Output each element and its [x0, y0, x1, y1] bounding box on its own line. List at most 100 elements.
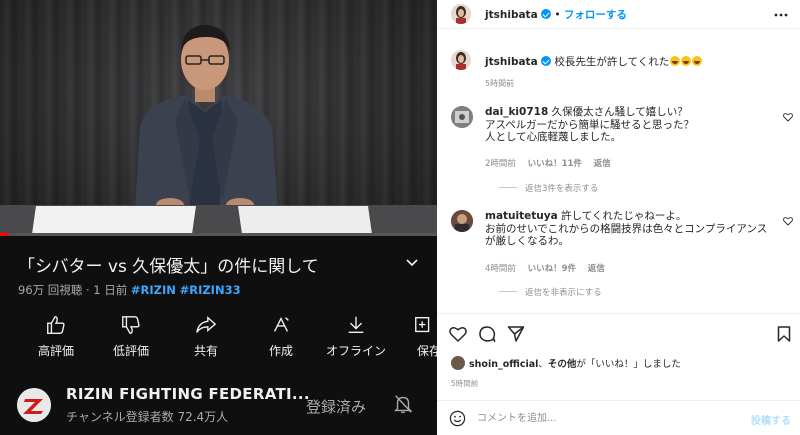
chevron-down-icon[interactable] — [404, 255, 420, 271]
laughing-emoji-icon — [681, 56, 692, 66]
share-icon[interactable] — [507, 325, 525, 343]
likes-suffix: が「いいね！」しました — [576, 359, 681, 370]
comment-time: 2時間前 — [485, 159, 516, 169]
download-button[interactable]: オフライン — [318, 314, 394, 359]
post-time: 5時間前 — [451, 379, 479, 388]
hide-replies-button[interactable]: 返信を非表示にする — [499, 286, 602, 298]
heart-icon[interactable] — [449, 325, 467, 343]
header-line: jtshibata • フォローする — [485, 7, 627, 22]
video-meta: 96万 回視聴 · 1 日前 #RIZIN #RIZIN33 — [18, 282, 241, 298]
remix-icon — [273, 317, 289, 332]
comment-line: 久保優太さん騒して嬉しい？ — [551, 106, 688, 118]
laughing-emoji-icon — [670, 56, 681, 66]
reply-button[interactable]: 返信 — [594, 159, 611, 169]
replies-label: 返信3件を表示する — [525, 184, 599, 194]
likes-others-link[interactable]: その他 — [548, 359, 577, 370]
comment-line: お前のせいでこれからの格闘技界は色々とコンプライアンス — [485, 222, 768, 235]
save-icon — [415, 316, 430, 333]
author-avatar[interactable] — [451, 4, 471, 24]
author-username[interactable]: jtshibata — [485, 9, 538, 21]
follow-button[interactable]: フォローする — [564, 9, 627, 21]
paper-right — [238, 206, 372, 234]
bell-off-icon[interactable] — [392, 393, 414, 415]
view-replies-button[interactable]: 返信3件を表示する — [499, 182, 598, 194]
likes-separator: 、 — [538, 359, 548, 370]
comment-likes[interactable]: いいね！9件 — [528, 264, 576, 274]
subscribed-button[interactable]: 登録済み — [306, 396, 366, 417]
more-options-icon[interactable] — [773, 8, 789, 22]
channel-row[interactable]: RIZIN FIGHTING FEDERATI... チャンネル登録者数 72.… — [0, 376, 437, 435]
caption-text: 校長先生が許してくれた — [554, 56, 670, 68]
video-progress-bar[interactable] — [0, 233, 437, 236]
thumbs-down-icon — [122, 316, 140, 334]
caption-time: 5時間前 — [485, 79, 515, 88]
commenter-avatar[interactable] — [451, 106, 473, 128]
comment-likes[interactable]: いいね！11件 — [528, 159, 582, 169]
comment-username[interactable]: dai_ki0718 — [485, 106, 548, 118]
post-header: jtshibata • フォローする — [437, 0, 800, 29]
post-comment-button[interactable]: 投稿する — [751, 412, 791, 427]
comment-line: 人として心底軽蔑しました。 — [485, 131, 622, 143]
author-avatar-image — [451, 4, 471, 24]
comment-line: が厳しくなるわ。 — [485, 235, 569, 247]
liker-username[interactable]: shoin_official — [469, 359, 538, 370]
comment-meta: 4時間前 いいね！9件 返信 — [485, 262, 614, 274]
reply-button[interactable]: 返信 — [588, 264, 605, 274]
caption-username[interactable]: jtshibata — [485, 56, 538, 68]
replies-label: 返信を非表示にする — [525, 288, 602, 298]
header-separator: • — [554, 9, 561, 21]
comment-body: matuitetuya 許してくれたじゃねーよ。 お前のせいでこれからの格闘技界… — [485, 210, 767, 248]
hashtag-rizin33[interactable]: #RIZIN33 — [180, 283, 241, 297]
share-button[interactable]: 共有 — [168, 314, 244, 359]
replies-dash — [499, 291, 517, 292]
video-player[interactable] — [0, 0, 437, 236]
emoji-icon[interactable] — [449, 410, 466, 427]
liker-avatar[interactable] — [451, 356, 465, 370]
commenter-avatar-image — [451, 210, 473, 232]
comment-username[interactable]: matuitetuya — [485, 210, 558, 222]
comment-body: dai_ki0718 久保優太さん騒して嬉しい？ アスペルガーだから簡単に騒せる… — [485, 106, 694, 144]
save-button[interactable]: 保存 — [393, 314, 437, 359]
like-button[interactable]: 高評価 — [18, 314, 94, 359]
comment-input[interactable] — [477, 410, 727, 427]
video-app: 「シバター vs 久保優太」の件に関して 96万 回視聴 · 1 日前 #RIZ… — [0, 0, 437, 435]
speaker-figure — [135, 25, 278, 212]
paper-left — [32, 206, 196, 234]
comment-composer: 投稿する — [437, 400, 800, 435]
channel-avatar[interactable] — [17, 388, 51, 422]
dislike-button[interactable]: 低評価 — [93, 314, 169, 359]
remix-label: 作成 — [268, 344, 293, 358]
share-icon — [196, 316, 217, 333]
dislike-label: 低評価 — [112, 344, 149, 358]
channel-name[interactable]: RIZIN FIGHTING FEDERATI... — [66, 385, 310, 403]
caption-author-avatar[interactable] — [451, 50, 471, 70]
replies-dash — [499, 187, 517, 188]
post-panel: jtshibata • フォローする jtshibata 校長先生が許してくれた… — [437, 0, 800, 435]
commenter-avatar-image — [451, 106, 473, 128]
comment-like-icon[interactable] — [783, 112, 793, 122]
save-label: 保存 — [417, 344, 437, 358]
laughing-emoji-icon — [692, 56, 703, 66]
post-caption: jtshibata 校長先生が許してくれた — [485, 54, 703, 69]
rizin-logo-icon — [17, 388, 51, 422]
comment-like-icon[interactable] — [783, 216, 793, 226]
remix-button[interactable]: 作成 — [243, 314, 319, 359]
subscriber-count: チャンネル登録者数 72.4万人 — [66, 410, 229, 424]
verified-badge-icon — [541, 9, 551, 19]
download-icon — [348, 316, 364, 334]
comment-time: 4時間前 — [485, 264, 516, 274]
comment-icon[interactable] — [478, 325, 496, 343]
comment-meta: 2時間前 いいね！11件 返信 — [485, 157, 620, 169]
view-count: 96万 回視聴 — [18, 283, 83, 297]
hashtag-rizin[interactable]: #RIZIN — [131, 283, 176, 297]
comment-line: 許してくれたじゃねーよ。 — [561, 210, 687, 222]
likes-summary: shoin_official、その他が「いいね！」しました — [451, 356, 681, 370]
bookmark-icon[interactable] — [775, 325, 793, 343]
share-label: 共有 — [193, 344, 218, 358]
video-actions: 高評価 低評価 共有 作成 オフライン 保存 — [0, 314, 437, 366]
video-progress-fill — [0, 233, 9, 236]
commenter-avatar[interactable] — [451, 210, 473, 232]
thumbs-up-icon — [47, 316, 65, 334]
caption-verified-icon — [541, 56, 551, 66]
caption-avatar-image — [451, 50, 471, 70]
